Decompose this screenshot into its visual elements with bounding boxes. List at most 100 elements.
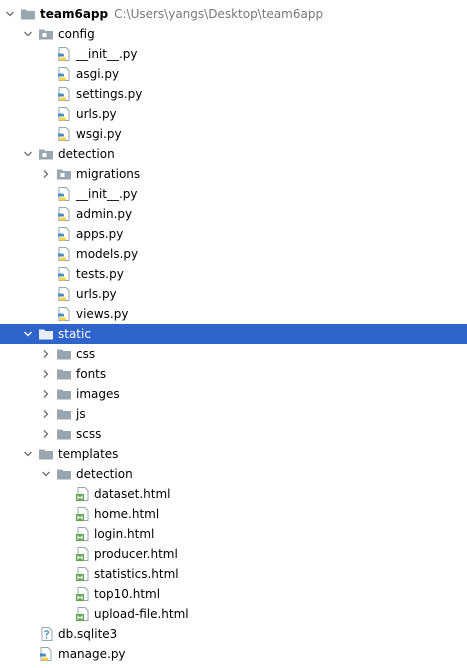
chevron-right-icon[interactable] xyxy=(40,404,52,424)
chevron-right-icon[interactable] xyxy=(40,344,52,364)
python-file-icon xyxy=(56,227,72,241)
tree-row-detection-apps[interactable]: apps.py xyxy=(0,224,467,244)
tree-row-label: css xyxy=(76,347,96,361)
tree-row-label: admin.py xyxy=(76,207,133,221)
folder-icon xyxy=(56,427,72,441)
folder-icon xyxy=(38,447,54,461)
tree-row-detection-views[interactable]: views.py xyxy=(0,304,467,324)
project-path: C:\Users\yangs\Desktop\team6app xyxy=(114,7,324,21)
chevron-right-icon[interactable] xyxy=(40,364,52,384)
html-file-icon xyxy=(74,547,90,561)
tree-row-label: producer.html xyxy=(94,547,178,561)
tree-row-manage-py[interactable]: manage.py xyxy=(0,644,467,664)
tree-row-static-fonts[interactable]: fonts xyxy=(0,364,467,384)
tree-row-home-html[interactable]: home.html xyxy=(0,504,467,524)
chevron-right-icon[interactable] xyxy=(40,424,52,444)
tree-row-static-js[interactable]: js xyxy=(0,404,467,424)
tree-row-label: tests.py xyxy=(76,267,124,281)
tree-row-templates[interactable]: templates xyxy=(0,444,467,464)
tree-row-config-asgi[interactable]: asgi.py xyxy=(0,64,467,84)
folder-icon xyxy=(20,7,36,21)
tree-row-label: __init__.py xyxy=(76,187,138,201)
python-file-icon xyxy=(56,127,72,141)
tree-row-team6app[interactable]: team6app C:\Users\yangs\Desktop\team6app xyxy=(0,4,467,24)
tree-row-label: db.sqlite3 xyxy=(58,627,118,641)
tree-row-label: wsgi.py xyxy=(76,127,122,141)
tree-row-detection-tests[interactable]: tests.py xyxy=(0,264,467,284)
chevron-down-icon[interactable] xyxy=(4,4,16,24)
python-file-icon xyxy=(56,267,72,281)
tree-row-label: top10.html xyxy=(94,587,161,601)
python-file-icon xyxy=(56,307,72,321)
html-file-icon xyxy=(74,607,90,621)
tree-row-label: detection xyxy=(76,467,133,481)
tree-row-config-init[interactable]: __init__.py xyxy=(0,44,467,64)
tree-row-label: fonts xyxy=(76,367,107,381)
tree-row-label: scss xyxy=(76,427,102,441)
tree-row-migrations[interactable]: migrations xyxy=(0,164,467,184)
tree-row-label: views.py xyxy=(76,307,129,321)
chevron-down-icon[interactable] xyxy=(22,324,34,344)
project-tree: team6app C:\Users\yangs\Desktop\team6app c… xyxy=(0,4,467,664)
chevron-right-icon[interactable] xyxy=(40,164,52,184)
html-file-icon xyxy=(74,507,90,521)
tree-row-label: team6app C:\Users\yangs\Desktop\team6app xyxy=(40,7,324,21)
tree-row-detection-models[interactable]: models.py xyxy=(0,244,467,264)
tree-row-templates-detection[interactable]: detection xyxy=(0,464,467,484)
package-folder-icon xyxy=(38,147,54,161)
html-file-icon xyxy=(74,567,90,581)
folder-icon xyxy=(56,387,72,401)
tree-row-login-html[interactable]: login.html xyxy=(0,524,467,544)
tree-row-label: manage.py xyxy=(58,647,126,661)
tree-row-config-urls[interactable]: urls.py xyxy=(0,104,467,124)
tree-row-static-css[interactable]: css xyxy=(0,344,467,364)
python-file-icon xyxy=(56,207,72,221)
tree-row-label: dataset.html xyxy=(94,487,171,501)
tree-row-detection-urls[interactable]: urls.py xyxy=(0,284,467,304)
tree-row-config[interactable]: config xyxy=(0,24,467,44)
python-file-icon xyxy=(56,87,72,101)
python-file-icon xyxy=(56,247,72,261)
tree-row-upload-file-html[interactable]: upload-file.html xyxy=(0,604,467,624)
chevron-down-icon[interactable] xyxy=(22,144,34,164)
tree-row-label: apps.py xyxy=(76,227,124,241)
tree-row-label: detection xyxy=(58,147,115,161)
html-file-icon xyxy=(74,587,90,601)
python-file-icon xyxy=(56,287,72,301)
tree-row-statistics-html[interactable]: statistics.html xyxy=(0,564,467,584)
tree-row-label: config xyxy=(58,27,95,41)
tree-row-detection-init[interactable]: __init__.py xyxy=(0,184,467,204)
chevron-down-icon[interactable] xyxy=(22,24,34,44)
tree-row-config-wsgi[interactable]: wsgi.py xyxy=(0,124,467,144)
folder-icon xyxy=(38,327,54,341)
tree-row-label: images xyxy=(76,387,120,401)
tree-row-label: statistics.html xyxy=(94,567,179,581)
python-file-icon xyxy=(56,187,72,201)
chevron-right-icon[interactable] xyxy=(40,384,52,404)
tree-row-label: static xyxy=(58,327,91,341)
tree-row-detection-admin[interactable]: admin.py xyxy=(0,204,467,224)
tree-row-static-images[interactable]: images xyxy=(0,384,467,404)
tree-row-producer-html[interactable]: producer.html xyxy=(0,544,467,564)
python-file-icon xyxy=(56,47,72,61)
tree-row-db-sqlite3[interactable]: db.sqlite3 xyxy=(0,624,467,644)
tree-row-detection[interactable]: detection xyxy=(0,144,467,164)
tree-row-top10-html[interactable]: top10.html xyxy=(0,584,467,604)
tree-row-static[interactable]: static xyxy=(0,324,467,344)
folder-icon xyxy=(56,347,72,361)
folder-icon xyxy=(56,367,72,381)
python-file-icon xyxy=(38,647,54,661)
python-file-icon xyxy=(56,107,72,121)
tree-row-config-settings[interactable]: settings.py xyxy=(0,84,467,104)
folder-icon xyxy=(56,407,72,421)
tree-row-label: upload-file.html xyxy=(94,607,189,621)
chevron-down-icon[interactable] xyxy=(40,464,52,484)
html-file-icon xyxy=(74,487,90,501)
tree-row-dataset-html[interactable]: dataset.html xyxy=(0,484,467,504)
tree-row-label: login.html xyxy=(94,527,155,541)
tree-row-label: settings.py xyxy=(76,87,143,101)
html-file-icon xyxy=(74,527,90,541)
tree-row-static-scss[interactable]: scss xyxy=(0,424,467,444)
tree-row-label: asgi.py xyxy=(76,67,120,81)
chevron-down-icon[interactable] xyxy=(22,444,34,464)
